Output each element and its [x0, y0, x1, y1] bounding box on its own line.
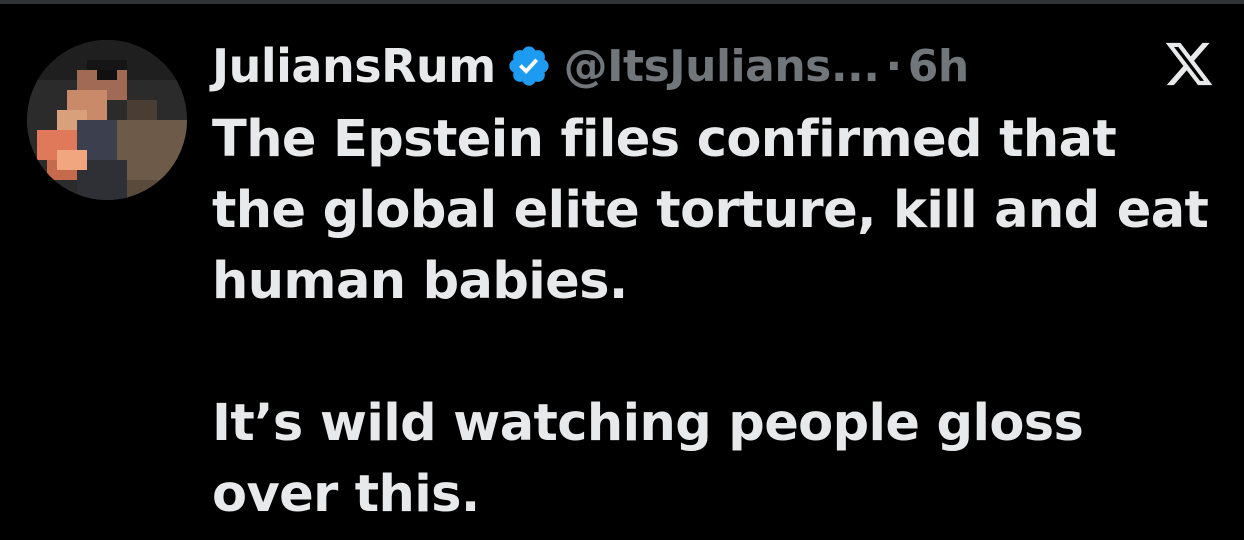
timestamp[interactable]: 6h: [908, 41, 969, 92]
top-divider: [0, 0, 1244, 4]
tweet-body: The Epstein files confirmed that the glo…: [212, 104, 1212, 530]
tweet-paragraph: The Epstein files confirmed that the glo…: [212, 110, 1209, 311]
tweet-paragraph: It’s wild watching people gloss over thi…: [212, 394, 1084, 524]
separator-dot: ·: [885, 40, 902, 92]
avatar-pixel-art: [27, 40, 187, 200]
tweet-header: JuliansRum @ItsJulians... · 6h: [212, 36, 969, 96]
avatar[interactable]: [27, 40, 187, 200]
x-logo-icon: [1163, 38, 1215, 90]
display-name[interactable]: JuliansRum: [212, 39, 496, 93]
verified-badge-icon: [506, 43, 552, 89]
user-handle[interactable]: @ItsJulians...: [564, 41, 880, 92]
